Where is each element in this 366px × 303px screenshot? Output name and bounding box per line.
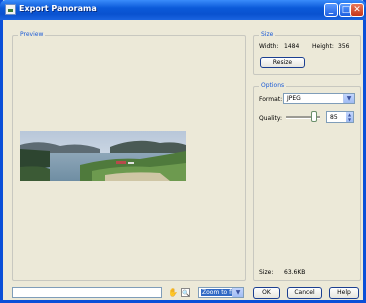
ok-button[interactable]: OK [253, 287, 280, 299]
options-legend: Options [259, 82, 287, 89]
file-size-label: Size: [259, 269, 274, 276]
minimize-button[interactable]: _ [324, 3, 338, 17]
zoom-value: Zoom to fit [201, 289, 237, 296]
chevron-down-icon[interactable]: ▼ [343, 94, 354, 103]
close-button[interactable]: ✕ [350, 3, 364, 17]
width-value: 1484 [284, 43, 300, 50]
zoom-tool-icon[interactable]: 🔍 [181, 288, 190, 297]
panorama-preview-image [20, 131, 186, 181]
resize-button[interactable]: Resize [260, 57, 305, 68]
quality-slider-thumb[interactable] [311, 111, 317, 122]
format-select[interactable]: JPEG ▼ [283, 93, 355, 104]
file-size-value: 63.6KB [284, 269, 306, 276]
zoom-select[interactable]: Zoom to fit ▼ [198, 287, 244, 298]
format-value: JPEG [287, 95, 301, 102]
title-bar[interactable]: Export Panorama _ □ ✕ [0, 0, 366, 20]
format-label: Format: [259, 96, 283, 103]
height-label: Height: [312, 43, 334, 50]
hand-tool-icon[interactable]: ✋ [168, 288, 178, 297]
quality-spinner[interactable]: 85 ▲ ▼ [326, 111, 354, 123]
chevron-down-icon[interactable]: ▼ [232, 288, 243, 297]
preview-group: Preview [12, 31, 246, 281]
window-title: Export Panorama [19, 4, 97, 13]
height-value: 356 [338, 43, 350, 50]
quality-label: Quality: [259, 115, 283, 122]
cancel-button[interactable]: Cancel [287, 287, 322, 299]
help-button[interactable]: Help [329, 287, 359, 299]
filename-input[interactable] [12, 287, 162, 298]
size-group: Size Width: 1484 Height: 356 Resize [253, 31, 361, 75]
size-legend: Size [259, 31, 276, 38]
width-label: Width: [259, 43, 279, 50]
spin-arrows-icon[interactable]: ▲ ▼ [346, 112, 353, 122]
preview-legend: Preview [18, 31, 46, 38]
app-icon [5, 4, 16, 15]
quality-value: 85 [330, 114, 338, 121]
